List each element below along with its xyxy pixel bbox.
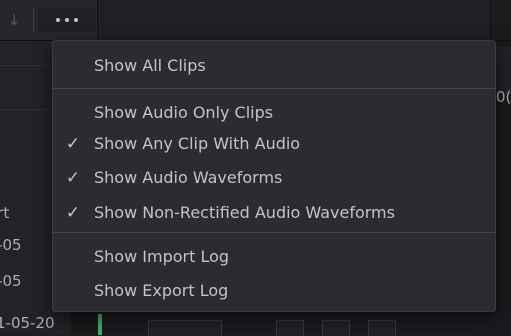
menu-item-show-audio-only-clips[interactable]: Show Audio Only Clips	[53, 98, 495, 128]
menu-item-show-export-log[interactable]: Show Export Log	[53, 276, 495, 306]
menu-item-label: Show Audio Waveforms	[94, 168, 283, 187]
list-item[interactable]: ort	[0, 202, 60, 224]
menu-item-label: Show All Clips	[94, 56, 206, 75]
bottom-control[interactable]	[368, 320, 396, 336]
more-options-button[interactable]	[38, 8, 96, 32]
list-item[interactable]: 21-05	[0, 234, 60, 256]
menu-separator	[53, 232, 495, 233]
menu-item-show-any-clip-with-audio[interactable]: ✓ Show Any Clip With Audio	[53, 129, 495, 159]
menu-item-label: Show Import Log	[94, 247, 230, 266]
menu-item-show-audio-waveforms[interactable]: ✓ Show Audio Waveforms	[53, 163, 495, 193]
menu-item-label: Show Non-Rectified Audio Waveforms	[94, 203, 395, 222]
selection-indicator	[98, 314, 102, 335]
checkmark-icon: ✓	[65, 134, 81, 154]
arrow-down-icon[interactable]: ↓	[4, 10, 24, 30]
toolbar: ↓	[0, 0, 511, 41]
menu-item-label: Show Audio Only Clips	[94, 103, 274, 122]
menu-item-show-non-rectified-audio-waveforms[interactable]: ✓ Show Non-Rectified Audio Waveforms	[53, 198, 495, 228]
toolbar-field[interactable]	[97, 0, 491, 40]
menu-item-label: Show Export Log	[94, 281, 229, 300]
options-menu: Show All Clips Show Audio Only Clips ✓ S…	[52, 40, 496, 312]
toolbar-right-edge	[491, 0, 511, 40]
checkmark-icon: ✓	[65, 168, 81, 188]
checkmark-icon: ✓	[65, 203, 81, 223]
bottom-control[interactable]	[148, 320, 222, 336]
list-item[interactable]: 21-05	[0, 270, 60, 292]
toolbar-divider	[33, 8, 34, 32]
more-options-icon	[56, 18, 60, 22]
menu-item-label: Show Any Clip With Audio	[94, 134, 301, 153]
bottom-control[interactable]	[322, 320, 350, 336]
menu-item-show-all-clips[interactable]: Show All Clips	[53, 51, 495, 81]
column-header-label: 0(	[496, 88, 511, 106]
menu-separator	[53, 88, 495, 89]
list-item[interactable]: 1-05-20	[0, 311, 60, 335]
menu-item-show-import-log[interactable]: Show Import Log	[53, 242, 495, 272]
more-options-icon	[74, 18, 78, 22]
more-options-icon	[65, 18, 69, 22]
bottom-control[interactable]	[276, 320, 304, 336]
